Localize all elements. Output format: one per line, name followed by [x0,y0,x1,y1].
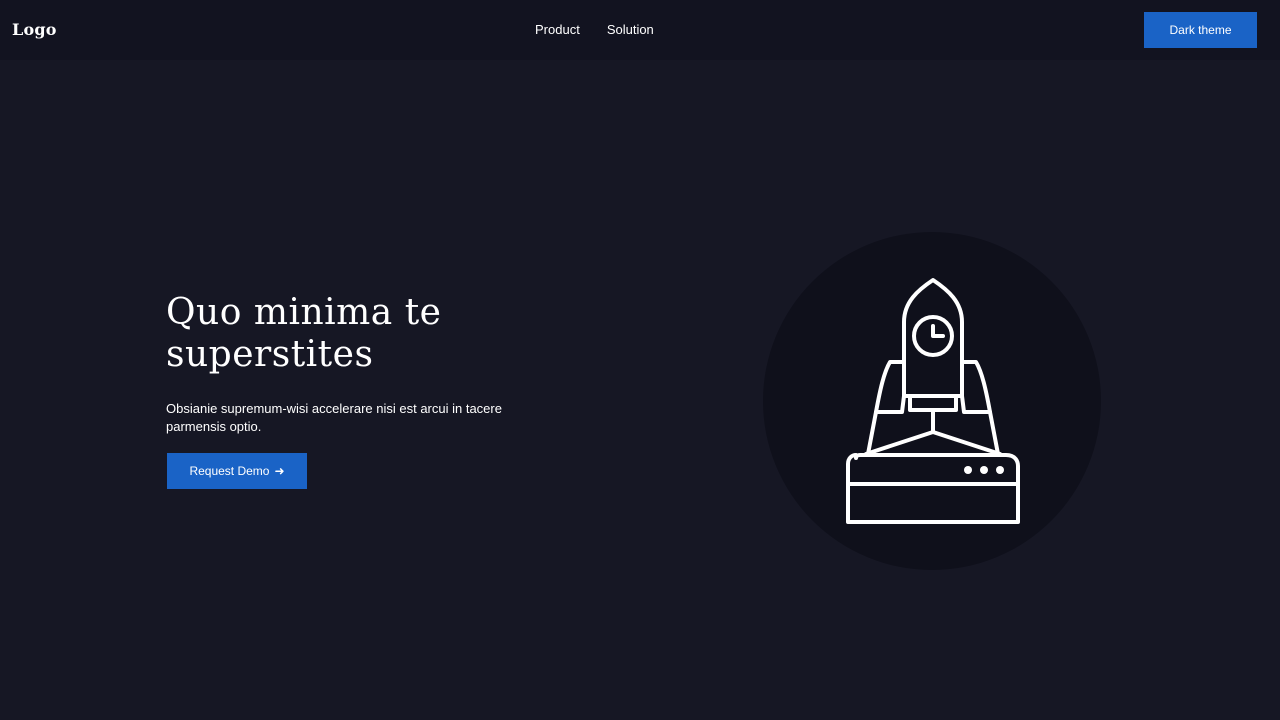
landing-page: Logo Product Solution Dark theme Quo min… [0,0,1280,720]
request-demo-button[interactable]: Request Demo ➜ [167,453,307,489]
theme-toggle-button[interactable]: Dark theme [1144,12,1257,48]
hero-title: Quo minima te superstites [166,292,442,375]
rocket-launch-icon [846,278,1020,524]
main-nav: Product Solution [535,22,654,37]
logo[interactable]: Logo [12,20,57,39]
request-demo-label: Request Demo [189,464,270,478]
nav-item-solution[interactable]: Solution [607,22,654,37]
arrow-right-icon: ➜ [274,464,285,478]
top-navbar: Logo Product Solution Dark theme [0,0,1280,60]
nav-item-product[interactable]: Product [535,22,580,37]
hero-description: Obsianie supremum-wisi accelerare nisi e… [166,401,502,434]
